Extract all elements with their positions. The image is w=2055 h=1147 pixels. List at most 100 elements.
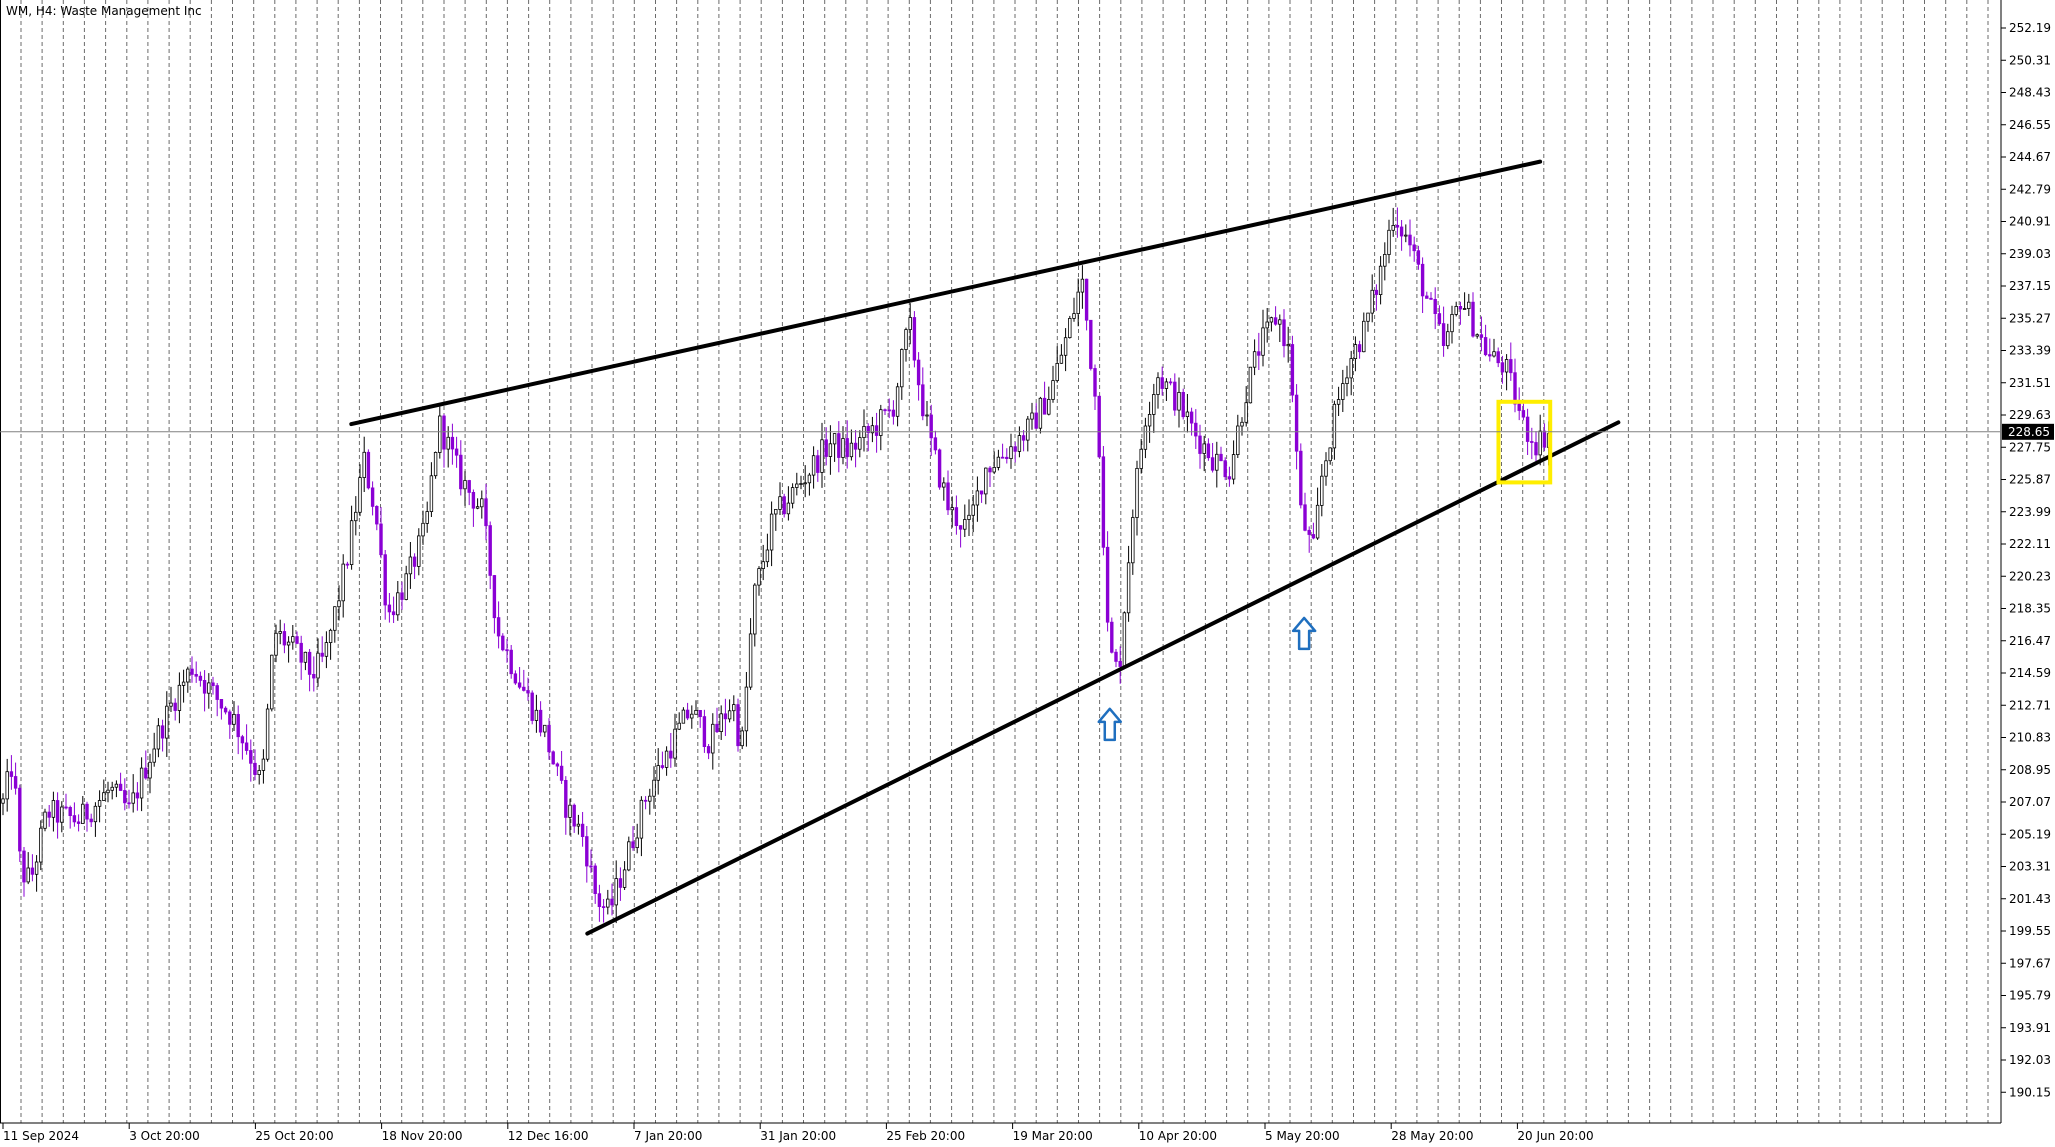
candle-body: [270, 654, 274, 710]
candle-body: [622, 869, 627, 888]
x-tick-label: 10 Apr 20:00: [1139, 1129, 1217, 1143]
candle-body: [1328, 447, 1332, 462]
candle-body: [1425, 295, 1429, 299]
candle-body: [1471, 301, 1475, 337]
y-tick-label: 199.55: [2009, 924, 2051, 938]
candle-body: [597, 893, 602, 908]
candle-body: [1504, 359, 1509, 373]
candle-body: [1160, 377, 1164, 389]
candle-body: [1282, 319, 1286, 347]
x-tick-label: 31 Jan 20:00: [760, 1129, 836, 1143]
candle-body: [438, 415, 442, 453]
candle-body: [1395, 224, 1400, 228]
candle-body: [1072, 313, 1076, 319]
candle-body: [47, 811, 51, 818]
candle-body: [505, 649, 509, 652]
candle-body: [1269, 317, 1274, 323]
candle-body: [601, 906, 606, 908]
candle-body: [795, 483, 799, 488]
candle-body: [484, 498, 488, 527]
candle-body: [580, 823, 585, 838]
candle-body: [660, 765, 665, 768]
candle-body: [1261, 327, 1265, 356]
candle-body: [1185, 411, 1190, 417]
y-tick-label: 193.91: [2009, 1021, 2051, 1035]
candle-body: [257, 770, 261, 775]
y-tick-label: 242.79: [2009, 182, 2051, 196]
candle-body: [261, 758, 266, 771]
candle-body: [1290, 344, 1295, 396]
candle-body: [1525, 416, 1530, 442]
candle-body: [1034, 412, 1038, 429]
candle-body: [312, 674, 316, 679]
candle-body: [1479, 334, 1484, 338]
candle-body: [1189, 411, 1194, 424]
x-tick-label: 25 Oct 20:00: [255, 1129, 333, 1143]
candle-body: [244, 742, 249, 751]
candle-body: [480, 498, 484, 508]
candle-body: [1202, 443, 1206, 454]
candle-body: [228, 711, 232, 725]
candle-body: [379, 523, 383, 556]
candle-body: [807, 474, 812, 484]
candle-body: [824, 439, 828, 457]
y-tick-label: 248.43: [2009, 86, 2051, 100]
candle-body: [450, 436, 455, 450]
candle-body: [1366, 312, 1370, 322]
candle-body: [307, 651, 312, 675]
candle-body: [34, 861, 39, 875]
candle-body: [1257, 351, 1261, 356]
candle-body: [106, 789, 110, 794]
candle-body: [1021, 435, 1026, 441]
candle-body: [921, 384, 925, 417]
grid: [20, 0, 1989, 1123]
candle-body: [1408, 234, 1412, 246]
candle-body: [223, 707, 228, 713]
candle-body: [425, 511, 429, 524]
candle-body: [89, 818, 93, 823]
candle-body: [652, 779, 656, 797]
candle-body: [1336, 399, 1341, 405]
candle-body: [1441, 323, 1446, 347]
candle-body: [454, 448, 459, 456]
candle-body: [408, 556, 413, 575]
chart-area[interactable]: 252.19 250.31 248.43 246.55 244.67 242.79 240.…: [0, 0, 2055, 1143]
candle-body: [967, 514, 971, 520]
candle-body: [643, 799, 648, 802]
candle-body: [144, 767, 148, 779]
y-tick-label: 227.75: [2009, 440, 2051, 454]
candle-body: [1307, 529, 1311, 535]
candle-body: [1429, 297, 1433, 300]
candle-body: [1063, 337, 1068, 356]
candle-body: [64, 806, 68, 809]
candle-body: [211, 682, 215, 687]
upper-channel-line: [349, 159, 1543, 427]
candle-body: [1005, 456, 1009, 459]
candle-body: [887, 409, 891, 412]
y-tick-label: 190.15: [2009, 1085, 2051, 1099]
candle-body: [912, 317, 917, 361]
candle-body: [559, 765, 564, 781]
candle-body: [664, 750, 669, 768]
candle-body: [1147, 413, 1152, 427]
candle-body: [1265, 321, 1269, 329]
x-tick-label: 5 May 20:00: [1265, 1129, 1340, 1143]
candle-body: [1534, 442, 1538, 456]
candle-body: [593, 865, 597, 895]
candle-body: [547, 724, 551, 753]
candle-body: [1164, 381, 1169, 389]
candle-body: [97, 800, 102, 807]
candle-body: [362, 451, 366, 478]
candle-body: [610, 898, 614, 906]
candle-body: [908, 317, 912, 331]
candle-body: [1496, 351, 1500, 364]
y-tick-label: 214.59: [2009, 666, 2051, 680]
candle-body: [723, 713, 728, 720]
candle-body: [639, 799, 644, 839]
candle-body: [1076, 291, 1080, 315]
candle-body: [572, 804, 576, 827]
candle-body: [1517, 403, 1521, 411]
price-chart[interactable]: 252.19 250.31 248.43 246.55 244.67 242.79 240.…: [0, 0, 2055, 1143]
candle-body: [156, 725, 161, 750]
candle-body: [891, 409, 896, 417]
